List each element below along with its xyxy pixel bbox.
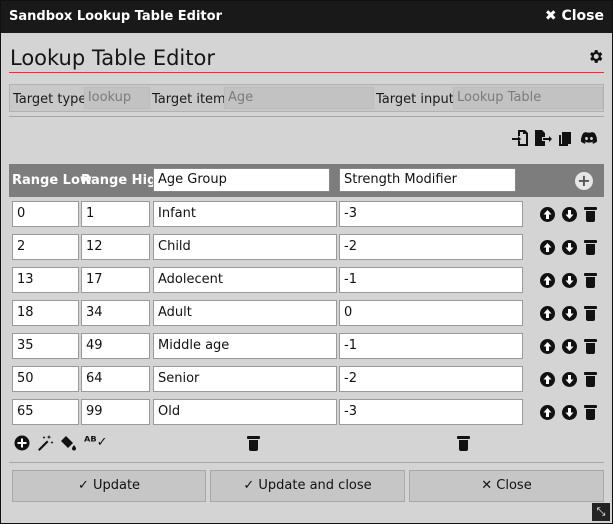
table-row: 50 64 Senior -2	[9, 366, 604, 394]
move-up-icon[interactable]	[540, 273, 555, 288]
delete-row-icon[interactable]	[584, 339, 597, 354]
column-b-input[interactable]: -1	[339, 333, 523, 359]
footer-divider	[9, 462, 604, 463]
move-down-icon[interactable]	[562, 273, 577, 288]
column-b-input[interactable]: -3	[339, 399, 523, 425]
spellcheck-icon[interactable]: ᴬᴮ✓	[84, 435, 107, 453]
range-low-input[interactable]: 35	[12, 333, 79, 359]
range-high-input[interactable]: 64	[81, 366, 150, 392]
move-down-icon[interactable]	[562, 372, 577, 387]
title-bar[interactable]: Sandbox Lookup Table Editor ✖ Close	[1, 1, 612, 33]
table-row: 65 99 Old -3	[9, 399, 604, 427]
column-a-input[interactable]: Middle age	[153, 333, 337, 359]
move-down-icon[interactable]	[562, 339, 577, 354]
target-type-label: Target type	[13, 92, 87, 107]
move-up-icon[interactable]	[540, 339, 555, 354]
delete-row-icon[interactable]	[584, 372, 597, 387]
delete-row-icon[interactable]	[584, 240, 597, 255]
delete-row-icon[interactable]	[584, 273, 597, 288]
delete-row-icon[interactable]	[584, 207, 597, 222]
table-row: 18 34 Adult 0	[9, 300, 604, 328]
add-row-icon[interactable]	[14, 435, 32, 453]
range-low-input[interactable]: 13	[12, 267, 79, 293]
table-header: Range Low Range High Age Group Strength …	[9, 164, 604, 197]
target-item-label: Target item	[152, 92, 226, 107]
move-up-icon[interactable]	[540, 240, 555, 255]
fill-icon[interactable]	[60, 435, 78, 453]
column-b-input[interactable]: -3	[339, 201, 523, 227]
move-up-icon[interactable]	[540, 306, 555, 321]
range-high-input[interactable]: 12	[81, 234, 150, 260]
column-b-input[interactable]: -2	[339, 366, 523, 392]
divider	[9, 116, 604, 117]
window-close-button[interactable]: ✖ Close	[545, 8, 604, 24]
table-row: 35 49 Middle age -1	[9, 333, 604, 361]
target-type-field[interactable]: lookup	[84, 87, 150, 109]
column-b-input[interactable]: 0	[339, 300, 523, 326]
column-name-a-input[interactable]: Age Group	[153, 168, 330, 192]
export-file-icon[interactable]	[534, 129, 552, 147]
close-button[interactable]: ✕ Close	[409, 470, 604, 502]
column-a-input[interactable]: Adult	[153, 300, 337, 326]
window-title: Sandbox Lookup Table Editor	[9, 9, 222, 24]
col-range-low: Range Low	[12, 173, 92, 188]
delete-row-icon[interactable]	[584, 306, 597, 321]
target-input-field[interactable]: Lookup Table	[453, 87, 603, 109]
magic-wand-icon[interactable]	[37, 435, 55, 453]
move-down-icon[interactable]	[562, 405, 577, 420]
range-high-input[interactable]: 99	[81, 399, 150, 425]
gear-icon[interactable]	[587, 48, 604, 70]
range-low-input[interactable]: 0	[12, 201, 79, 227]
target-item-field[interactable]: Age	[224, 87, 374, 109]
move-up-icon[interactable]	[540, 372, 555, 387]
resize-handle-icon[interactable]: ⤡	[592, 503, 610, 521]
target-bar: Target type lookup Target item Age Targe…	[9, 84, 604, 112]
table-row: 13 17 Adolecent -1	[9, 267, 604, 295]
lookup-table-editor-window: Sandbox Lookup Table Editor ✖ Close Look…	[0, 0, 613, 524]
range-high-input[interactable]: 34	[81, 300, 150, 326]
table-row: 2 12 Child -2	[9, 234, 604, 262]
column-a-input[interactable]: Senior	[153, 366, 337, 392]
column-name-b-input[interactable]: Strength Modifier	[339, 168, 516, 192]
range-high-input[interactable]: 1	[81, 201, 150, 227]
discord-icon[interactable]	[580, 129, 598, 147]
move-down-icon[interactable]	[562, 207, 577, 222]
range-low-input[interactable]: 2	[12, 234, 79, 260]
column-b-input[interactable]: -1	[339, 267, 523, 293]
copy-icon[interactable]	[557, 129, 575, 147]
close-icon: ✖	[544, 8, 557, 24]
delete-column-b-icon[interactable]	[457, 436, 470, 451]
page-title: Lookup Table Editor	[10, 46, 215, 70]
move-up-icon[interactable]	[540, 405, 555, 420]
column-b-input[interactable]: -2	[339, 234, 523, 260]
range-low-input[interactable]: 18	[12, 300, 79, 326]
range-high-input[interactable]: 17	[81, 267, 150, 293]
update-and-close-button[interactable]: ✓ Update and close	[210, 470, 405, 502]
column-a-input[interactable]: Infant	[153, 201, 337, 227]
window-close-label: Close	[561, 8, 604, 24]
add-column-button[interactable]: +	[575, 172, 593, 190]
column-a-input[interactable]: Old	[153, 399, 337, 425]
import-file-icon[interactable]	[511, 129, 529, 147]
move-down-icon[interactable]	[562, 240, 577, 255]
column-a-input[interactable]: Adolecent	[153, 267, 337, 293]
range-low-input[interactable]: 50	[12, 366, 79, 392]
move-up-icon[interactable]	[540, 207, 555, 222]
delete-column-a-icon[interactable]	[247, 436, 260, 451]
range-high-input[interactable]: 49	[81, 333, 150, 359]
range-low-input[interactable]: 65	[12, 399, 79, 425]
delete-row-icon[interactable]	[584, 405, 597, 420]
target-input-label: Target input	[376, 92, 454, 107]
table-row: 0 1 Infant -3	[9, 201, 604, 229]
title-divider	[9, 72, 604, 73]
move-down-icon[interactable]	[562, 306, 577, 321]
column-a-input[interactable]: Child	[153, 234, 337, 260]
update-button[interactable]: ✓ Update	[12, 470, 206, 502]
